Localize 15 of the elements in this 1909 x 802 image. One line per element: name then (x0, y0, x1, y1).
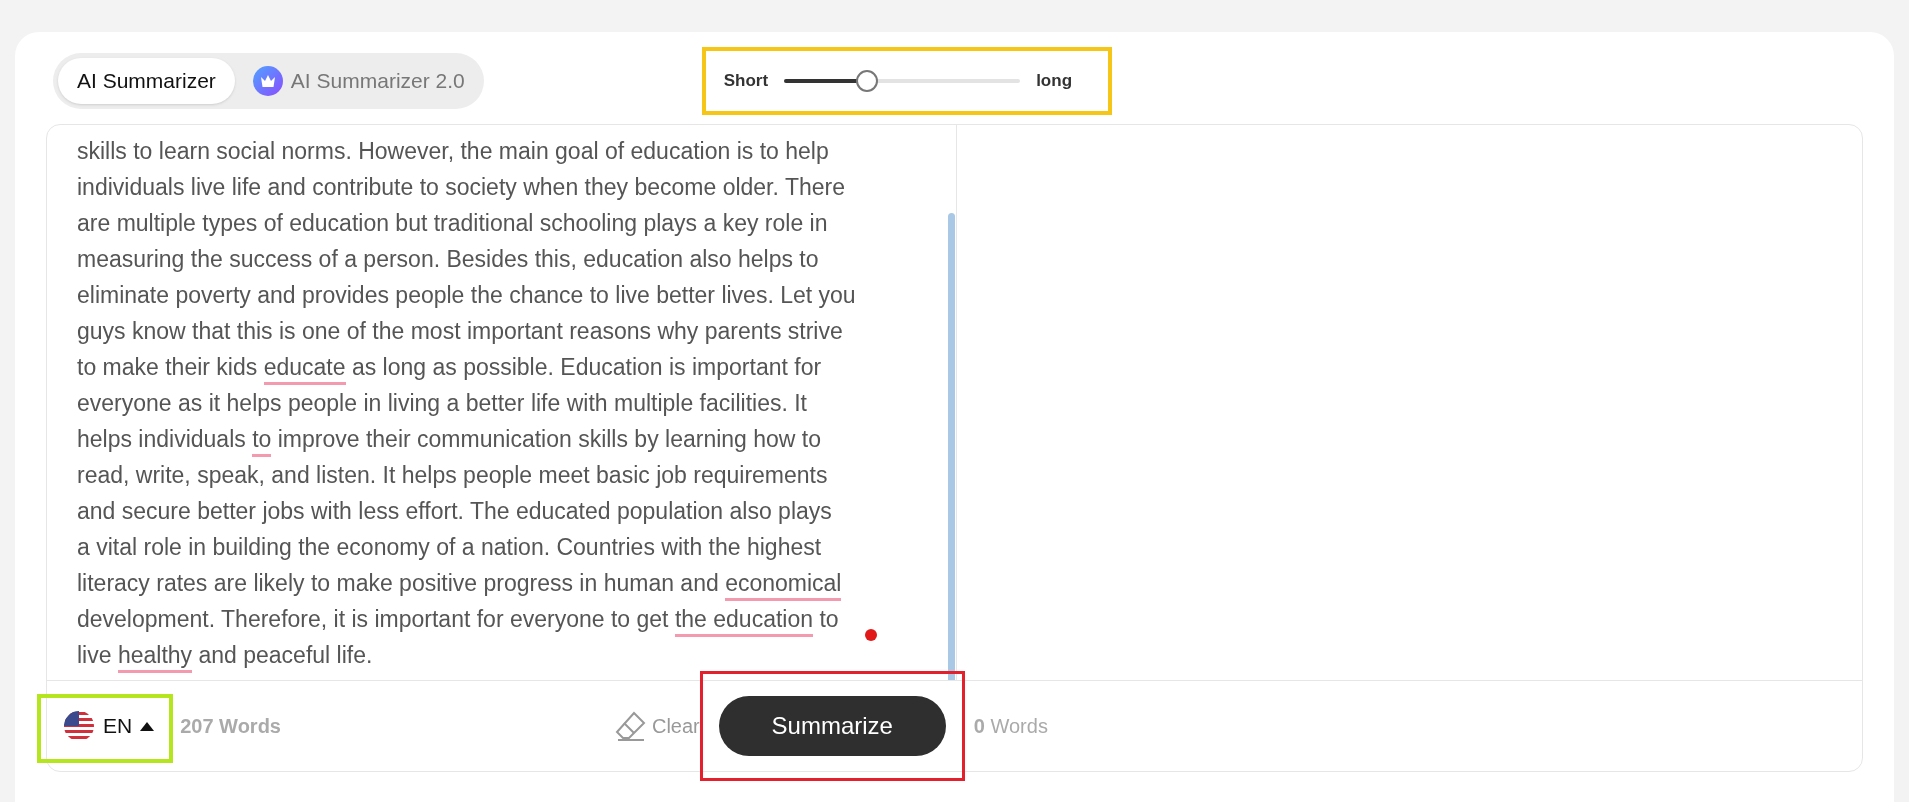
tab[interactable]: AI Summarizer 2.0 (238, 58, 479, 104)
scrollbar-thumb[interactable] (948, 213, 955, 680)
slider-thumb[interactable] (855, 70, 878, 92)
word-count: 207 Words (180, 714, 281, 739)
essay-text[interactable]: skills to learn social norms. However, the main goal of education is to help individuals live life and contribute to society when they become older. There are multiple types of education but traditional schooling plays a key role in measuring the success of a person. Besides this, education also helps to eliminate poverty and provides people the chance to live better lives. Let you guys know that this is one of the most important reasons why parents strive to make their kids educate as long as possible. Education is important for everyone as it helps people in living a better life with multiple facilities. It helps individuals to improve their communication skills by learning how to read, write, speak, and listen. It helps people meet basic job requirements and secure better jobs with less effort. The educated population also plays a vital role in building the economy of a nation. Countries with the highest literacy rates are likely to make positive progress in human and economical development. Therefore, it is important for everyone to get the education to live healthy and peaceful life. (47, 125, 956, 673)
summarize-button[interactable]: Summarize (718, 696, 946, 756)
crown-icon (252, 66, 283, 96)
eraser-icon (613, 709, 648, 743)
caret-up-icon (140, 721, 155, 731)
us-flag-icon (63, 710, 95, 742)
slider-max-label: long (1036, 70, 1073, 93)
slider-min-label: Short (723, 70, 769, 93)
tab[interactable]: AI Summarizer (58, 58, 235, 104)
language-selector[interactable]: EN (61, 704, 157, 748)
output-word-count: 0 Words (973, 714, 1048, 739)
